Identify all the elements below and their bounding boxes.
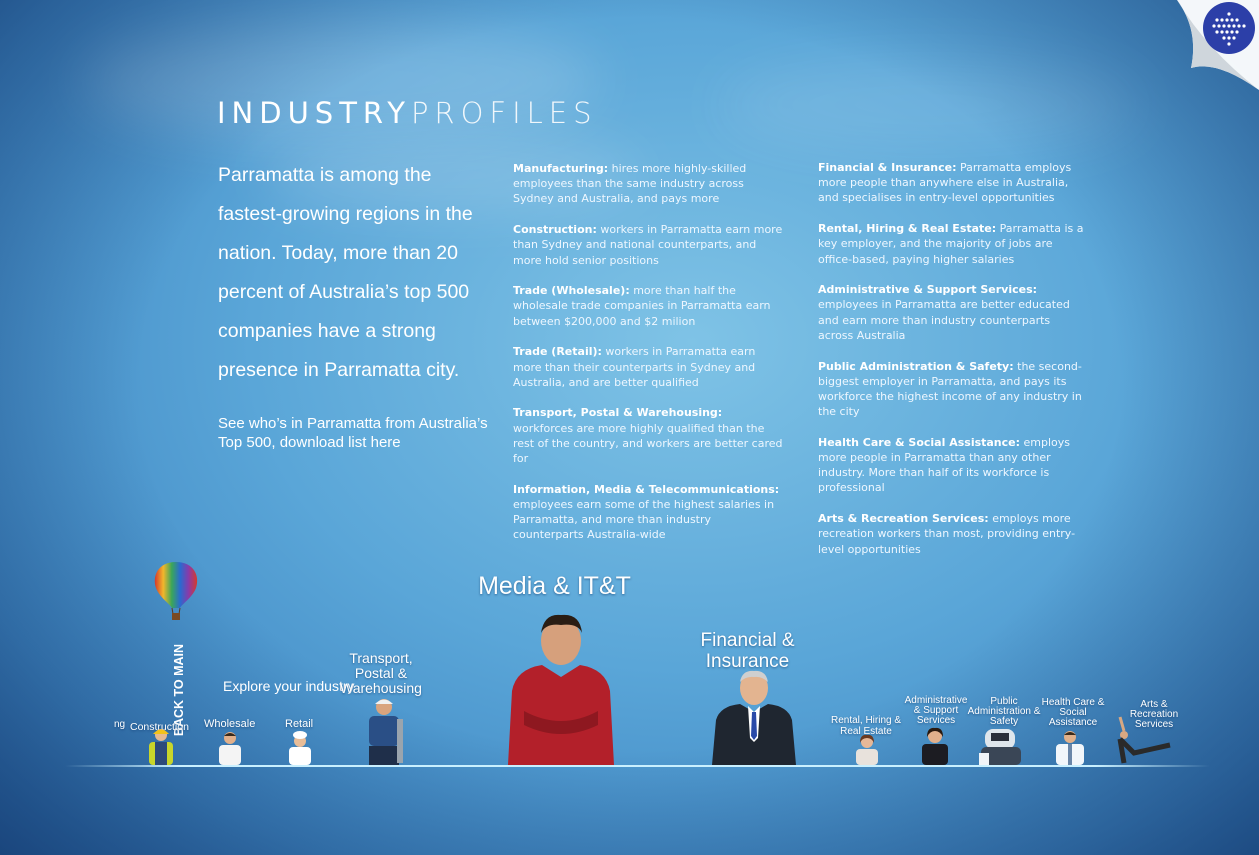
industry-entry-rental: Rental, Hiring & Real Estate: Parramatta… [818, 221, 1088, 267]
title-part1: INDUSTRY [217, 96, 411, 130]
entry-title: Construction: [513, 223, 597, 237]
entry-title: Transport, Postal & Warehousing: [513, 406, 723, 420]
nav-label-financial[interactable]: Financial & Insurance [690, 630, 805, 672]
wholesale-worker-figure[interactable] [215, 730, 245, 769]
entry-title: Trade (Retail): [513, 345, 602, 359]
nav-label-media[interactable]: Media & IT&T [452, 572, 657, 601]
entry-text: workforces are more highly qualified tha… [513, 421, 783, 466]
entry-text: employees in Parramatta are better educa… [818, 298, 1070, 342]
financial-worker-figure[interactable] [710, 668, 798, 769]
media-it-worker-figure[interactable] [502, 607, 620, 769]
industry-entry-arts: Arts & Recreation Services: employs more… [818, 511, 1088, 557]
construction-worker-figure[interactable] [143, 727, 179, 769]
dotted-globe-logo-icon [1203, 2, 1255, 54]
entry-title: Information, Media & Telecommunications: [513, 482, 780, 496]
nav-label-wholesale[interactable]: Wholesale [204, 718, 255, 730]
nav-label-admin[interactable]: Administrative & Support Services [900, 696, 972, 726]
page-title: INDUSTRYPROFILES [217, 96, 598, 130]
top500-download-link[interactable]: See who’s in Parramatta from Australia’s… [218, 414, 493, 452]
transport-worker-figure[interactable] [357, 695, 415, 769]
health-worker-figure[interactable] [1052, 729, 1088, 769]
industry-column-1: Manufacturing: hires more highly-skilled… [513, 161, 783, 558]
entry-title: Trade (Wholesale): [513, 284, 630, 298]
hot-air-balloon-icon[interactable] [152, 560, 200, 626]
industry-entry-manufacturing: Manufacturing: hires more highly-skilled… [513, 161, 783, 207]
nav-label-manufacturing[interactable]: ng [114, 719, 125, 730]
nav-label-retail[interactable]: Retail [285, 718, 313, 730]
retail-worker-figure[interactable] [285, 731, 315, 769]
nav-label-transport[interactable]: Transport, Postal & Warehousing [336, 651, 426, 696]
admin-worker-figure[interactable] [918, 727, 952, 769]
entry-title: Public Administration & Safety: [818, 359, 1014, 373]
entry-title: Financial & Insurance: [818, 161, 957, 174]
cloud [720, 60, 1140, 150]
industry-entry-media: Information, Media & Telecommunications:… [513, 482, 783, 543]
industry-entry-wholesale: Trade (Wholesale): more than half the wh… [513, 283, 783, 329]
entry-title: Health Care & Social Assistance: [818, 435, 1021, 449]
industry-entry-health: Health Care & Social Assistance: employs… [818, 435, 1088, 496]
entry-title: Manufacturing: [513, 162, 609, 175]
explore-label: Explore your industry [223, 678, 355, 694]
industry-entry-financial: Financial & Insurance: Parramatta employ… [818, 160, 1088, 206]
logo-corner[interactable] [1177, 0, 1259, 90]
arts-worker-figure[interactable] [1110, 713, 1176, 769]
entry-title: Arts & Recreation Services: [818, 512, 989, 526]
industry-entry-construction: Construction: workers in Parramatta earn… [513, 222, 783, 268]
entry-title: Administrative & Support Services: [818, 283, 1038, 297]
nav-label-health[interactable]: Health Care & Social Assistance [1036, 698, 1110, 728]
entry-title: Rental, Hiring & Real Estate: [818, 222, 997, 236]
public-admin-worker-figure[interactable] [977, 723, 1025, 769]
industry-entry-transport: Transport, Postal & Warehousing: workfor… [513, 405, 783, 466]
industry-entry-retail: Trade (Retail): workers in Parramatta ea… [513, 344, 783, 390]
rental-worker-figure[interactable] [852, 733, 882, 769]
industry-column-2: Financial & Insurance: Parramatta employ… [818, 160, 1088, 572]
intro-text: Parramatta is among the fastest-growing … [218, 164, 473, 381]
industry-entry-public: Public Administration & Safety: the seco… [818, 359, 1088, 420]
industry-entry-admin: Administrative & Support Services: emplo… [818, 282, 1088, 343]
title-part2: PROFILES [410, 96, 598, 130]
entry-text: employees earn some of the highest salar… [513, 497, 775, 542]
